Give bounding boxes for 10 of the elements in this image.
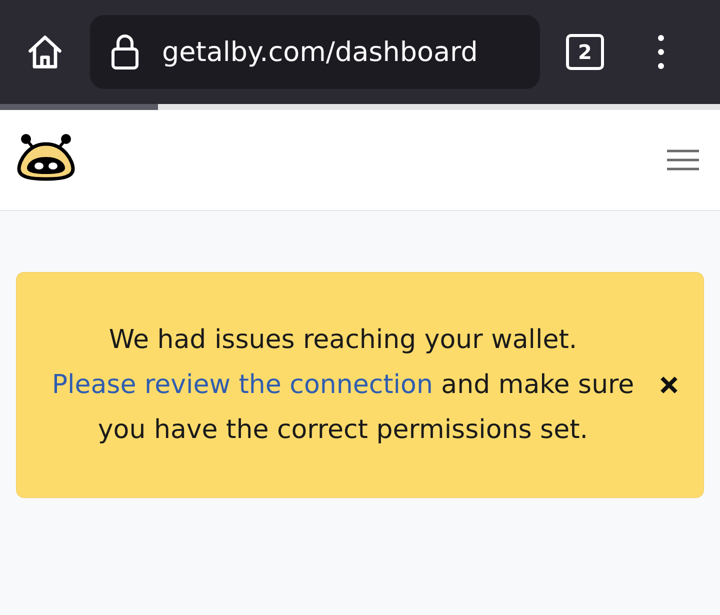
lock-icon <box>110 32 140 72</box>
address-bar[interactable]: getalby.com/dashboard <box>90 15 540 89</box>
close-icon[interactable] <box>659 375 679 395</box>
url-text: getalby.com/dashboard <box>162 36 478 68</box>
review-connection-link[interactable]: Please review the connection <box>52 370 433 400</box>
alert-message: We had issues reaching your wallet. Please review the connection and make sure you have the correct permissions set. <box>50 324 636 446</box>
tab-count-button[interactable]: 2 <box>566 34 604 70</box>
bee-logo-icon[interactable] <box>16 133 76 181</box>
more-menu-icon[interactable] <box>656 32 666 72</box>
menu-icon[interactable] <box>666 149 700 171</box>
